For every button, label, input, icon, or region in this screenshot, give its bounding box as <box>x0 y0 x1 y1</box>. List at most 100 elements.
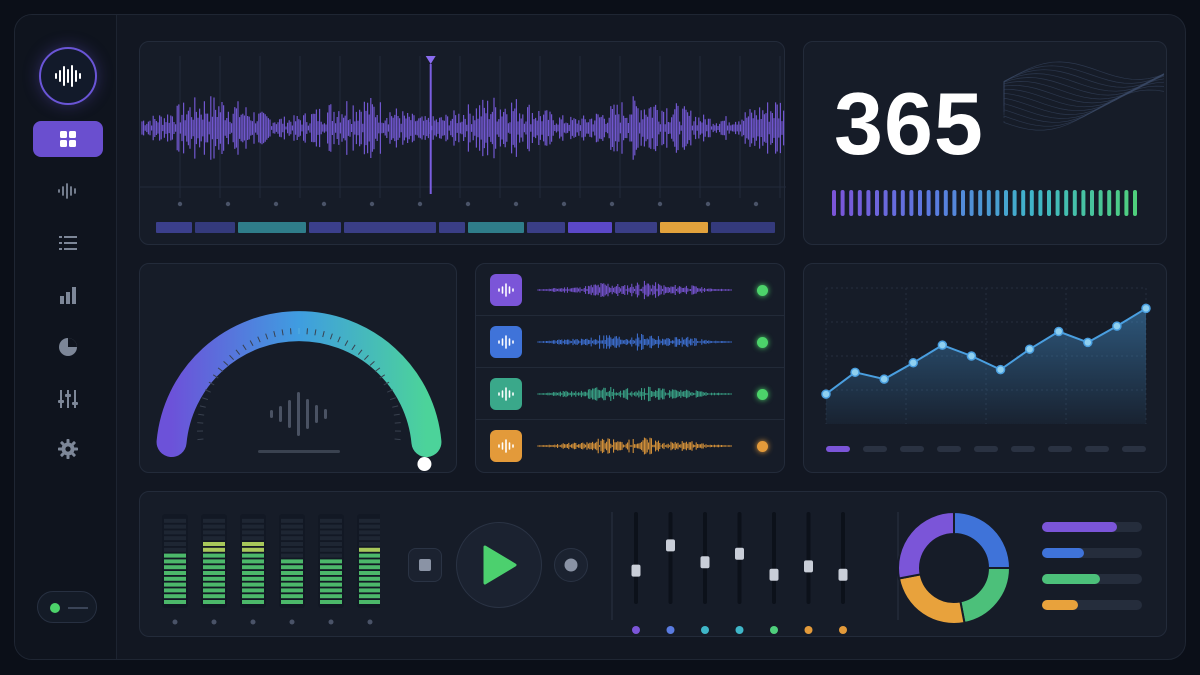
chart-point <box>879 374 889 384</box>
level-bar <box>961 190 965 216</box>
track-waveform <box>537 333 732 351</box>
sidebar-item-settings[interactable] <box>33 431 103 467</box>
timeline-segment <box>309 222 341 233</box>
track-row[interactable] <box>476 420 784 472</box>
track-icon[interactable] <box>490 274 522 306</box>
sidebar-item-audio[interactable] <box>33 173 103 209</box>
timeline-segment <box>660 222 708 233</box>
meter-segment <box>320 576 342 581</box>
chart-point <box>1112 321 1122 331</box>
meter-segment <box>164 594 186 599</box>
fader-knob <box>735 547 744 560</box>
meter-segment <box>281 547 303 552</box>
faders[interactable] <box>610 492 900 638</box>
meter-segment <box>203 542 225 546</box>
timeline-segment <box>568 222 612 233</box>
level-bar <box>935 190 940 216</box>
meter-segment <box>320 536 342 541</box>
meter-segment <box>242 542 264 546</box>
sidebar-item-stats[interactable] <box>33 277 103 313</box>
track-icon[interactable] <box>490 378 522 410</box>
stop-icon <box>419 559 431 571</box>
sidebar-item-mixer[interactable] <box>33 381 103 417</box>
meter-dot <box>328 619 334 625</box>
marker-dot <box>513 201 519 207</box>
gauge-tick <box>394 438 401 441</box>
track-icon[interactable] <box>490 326 522 358</box>
fader-track <box>634 512 638 604</box>
meter-segment <box>320 582 342 587</box>
meter-segment <box>359 576 380 581</box>
meter-segment <box>281 518 303 523</box>
fader-channel-led <box>839 626 847 634</box>
playhead-handle <box>425 56 436 64</box>
track-waveform <box>537 437 732 455</box>
fader-knob <box>666 539 675 552</box>
track-icon[interactable] <box>490 430 522 462</box>
meter-segment <box>320 571 342 575</box>
sidebar-item-list[interactable] <box>33 225 103 261</box>
gauge[interactable] <box>140 264 458 474</box>
list-icon <box>59 236 77 250</box>
gear-icon <box>58 439 78 459</box>
status-toggle[interactable] <box>37 591 97 623</box>
level-bar <box>995 190 1000 216</box>
play-button[interactable] <box>456 522 542 608</box>
chart-point <box>966 351 977 361</box>
marker-dot <box>321 201 327 207</box>
waveform-icon <box>498 439 514 453</box>
sidebar-item-reports[interactable] <box>33 329 103 365</box>
meter-segment <box>359 542 380 546</box>
level-bar <box>1107 190 1112 216</box>
stop-button[interactable] <box>408 548 442 582</box>
track-row[interactable] <box>476 368 784 420</box>
meter-segment <box>320 542 342 546</box>
record-button[interactable] <box>554 548 588 582</box>
meter-segment <box>164 576 186 581</box>
meter-dot <box>289 619 295 625</box>
meter-segment <box>281 588 303 593</box>
chart-point <box>995 364 1006 375</box>
level-bar <box>892 190 897 216</box>
meter-segment <box>281 553 303 558</box>
meter-segment <box>281 600 303 604</box>
marker-dot <box>753 201 759 207</box>
legend-bar <box>1042 522 1142 532</box>
waveform-icon <box>498 335 514 349</box>
meter-segment <box>203 559 225 564</box>
gauge-panel <box>139 263 457 473</box>
gauge-tick <box>393 413 400 416</box>
chart-page-indicator <box>974 446 998 452</box>
gauge-tick <box>392 405 399 408</box>
meter-segment <box>320 588 342 593</box>
marker-dot <box>225 201 231 207</box>
chart-page-indicator <box>1122 446 1146 452</box>
chart-page-indicator <box>1048 446 1072 452</box>
decor-line <box>1003 74 1165 112</box>
meter-segment <box>203 536 225 541</box>
sidebar-item-dashboard[interactable] <box>33 121 103 157</box>
donut-slice <box>953 510 1012 569</box>
main-waveform[interactable] <box>140 42 786 246</box>
meter-segment <box>164 518 186 523</box>
gauge-wave-bar <box>288 400 291 428</box>
level-bar <box>1021 190 1026 216</box>
meter-segment <box>203 571 225 575</box>
fader-channel-led <box>666 626 675 634</box>
chart-panel <box>803 263 1167 473</box>
track-signal <box>537 437 732 455</box>
chart-point <box>937 340 948 350</box>
track-status-led <box>757 389 768 400</box>
track-row[interactable] <box>476 316 784 368</box>
level-bar <box>900 190 905 216</box>
chart-page-indicator <box>900 446 924 452</box>
track-row[interactable] <box>476 264 784 316</box>
marker-dot <box>177 201 183 207</box>
meter-dot <box>367 619 373 625</box>
meter-dot <box>250 619 256 625</box>
legend-bar-fill <box>1042 548 1084 558</box>
level-bar <box>1029 190 1034 216</box>
legend-bar <box>1042 574 1142 584</box>
chart-point <box>1053 326 1064 337</box>
level-bar <box>1081 190 1086 216</box>
